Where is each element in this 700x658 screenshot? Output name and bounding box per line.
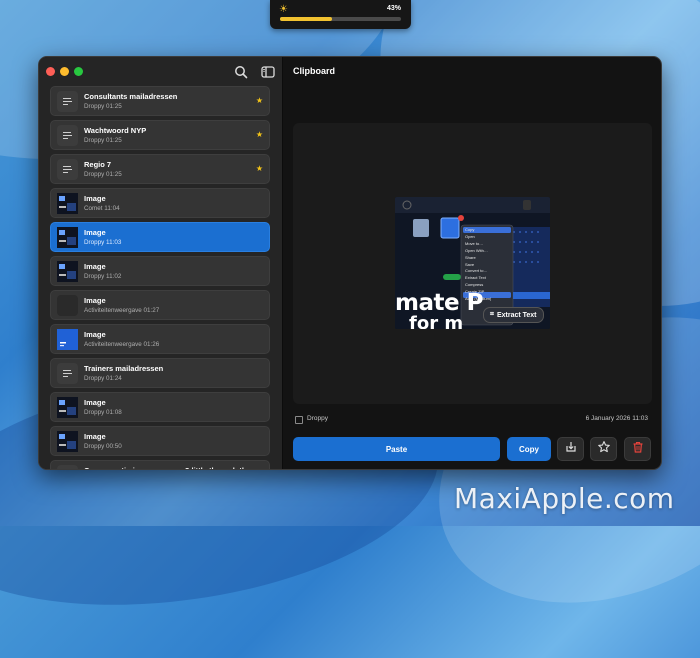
paste-button[interactable]: Paste <box>293 437 500 461</box>
text-clip-icon <box>57 125 78 146</box>
list-item-meta: Activiteitenweergave 01:27 <box>84 307 160 314</box>
star-icon[interactable]: ★ <box>256 96 263 105</box>
text-clip-icon <box>57 465 78 469</box>
image-thumbnail <box>57 397 78 418</box>
list-item-title: Image <box>84 228 106 237</box>
list-item[interactable]: Image Droppy 00:50 <box>50 426 270 456</box>
list-item-meta: Droppy 01:08 <box>84 409 122 416</box>
preview-image: Copy Open Move to… Open With… Share Save Conve… <box>395 197 550 329</box>
image-thumbnail <box>57 227 78 248</box>
sidebar-toggle-icon[interactable] <box>260 64 276 80</box>
list-item-meta: Activiteitenweergave 01:26 <box>84 341 160 348</box>
close-button[interactable] <box>46 67 55 76</box>
list-item-title: Image <box>84 398 106 407</box>
source-app-label: Droppy <box>307 415 328 422</box>
context-menu-item: Open <box>465 233 475 239</box>
list-item[interactable]: Image Activiteitenweergave 01:27 <box>50 290 270 320</box>
list-item-title: Image <box>84 330 106 339</box>
clipboard-window: Consultants mailadressen Droppy 01:25 ★ Wac… <box>38 56 662 470</box>
list-item[interactable]: Image Droppy 11:03 <box>50 222 270 252</box>
scan-text-icon: ⌗ <box>490 311 494 318</box>
save-button[interactable] <box>557 437 584 461</box>
list-item-title: Image <box>84 432 106 441</box>
list-item[interactable]: Trainers mailadressen Droppy 01:24 <box>50 358 270 388</box>
preview-headline-2: for m <box>409 313 464 329</box>
context-menu-item: Copy <box>465 227 475 232</box>
trash-icon <box>631 440 645 459</box>
list-item-title: Image <box>84 296 106 305</box>
save-to-file-icon <box>564 440 578 459</box>
zoom-button[interactable] <box>74 67 83 76</box>
brightness-percent: 43% <box>386 5 401 12</box>
list-item-meta: Comet 11:04 <box>84 205 120 212</box>
image-thumbnail <box>57 295 78 316</box>
list-item[interactable]: Image Comet 11:04 <box>50 188 270 218</box>
extract-text-label: Extract Text <box>496 311 537 319</box>
context-menu-item: Extract Text <box>465 275 486 281</box>
list-item-meta: Droppy 11:03 <box>84 239 122 246</box>
copy-button[interactable]: Copy <box>507 437 551 461</box>
list-item-meta: Droppy 00:50 <box>84 443 122 450</box>
list-item-meta: Droppy 11:02 <box>84 273 122 280</box>
star-icon[interactable]: ★ <box>256 164 263 173</box>
delete-button[interactable] <box>624 437 651 461</box>
brightness-hud: ☀ 43% <box>270 0 411 29</box>
context-menu-item: Save <box>465 261 475 267</box>
context-menu-item: Compress <box>465 282 484 288</box>
clip-timestamp: 6 January 2026 11:03 <box>585 415 648 422</box>
list-item-meta: Droppy 01:25 <box>84 137 122 144</box>
list-item-meta: Droppy 01:24 <box>84 375 122 382</box>
list-item[interactable]: Image Activiteitenweergave 01:26 <box>50 324 270 354</box>
extract-text-pill: ⌗ Extract Text <box>483 307 544 323</box>
list-item-meta: Droppy 01:25 <box>84 103 122 110</box>
list-item-title: Can we optimize your usage? little throu… <box>84 466 251 469</box>
image-thumbnail <box>57 193 78 214</box>
clipboard-list: Consultants mailadressen Droppy 01:25 ★ Wac… <box>50 86 270 469</box>
star-icon <box>597 440 611 459</box>
source-app-icon <box>295 416 303 424</box>
list-item[interactable]: Regio 7 Droppy 01:25 ★ <box>50 154 270 184</box>
list-item[interactable]: Image Droppy 01:08 <box>50 392 270 422</box>
list-item[interactable]: Wachtwoord NYP Droppy 01:25 ★ <box>50 120 270 150</box>
list-item[interactable]: Image Droppy 11:02 <box>50 256 270 286</box>
favorite-button[interactable] <box>590 437 617 461</box>
text-clip-icon <box>57 91 78 112</box>
image-thumbnail <box>57 261 78 282</box>
star-icon[interactable]: ★ <box>256 130 263 139</box>
list-item-meta: Droppy 01:25 <box>84 171 122 178</box>
context-menu-item: Open With… <box>465 247 488 253</box>
text-clip-icon <box>57 159 78 180</box>
list-item-title: Image <box>84 194 106 203</box>
search-icon[interactable] <box>233 64 249 80</box>
clip-preview: Copy Open Move to… Open With… Share Save Conve… <box>293 123 652 404</box>
image-thumbnail <box>57 431 78 452</box>
minimize-button[interactable] <box>60 67 69 76</box>
text-clip-icon <box>57 363 78 384</box>
brightness-fill <box>280 17 333 21</box>
brightness-track <box>280 17 401 21</box>
list-item[interactable]: Consultants mailadressen Droppy 01:25 ★ <box>50 86 270 116</box>
list-item-title: Trainers mailadressen <box>84 364 164 373</box>
image-thumbnail <box>57 329 78 350</box>
list-item-title: Consultants mailadressen <box>84 92 178 101</box>
watermark: MaxiApple.com <box>454 482 675 515</box>
list-item-title: Regio 7 <box>84 160 112 169</box>
list-item-title: Wachtwoord NYP <box>84 126 147 135</box>
context-menu-item: Convert to… <box>465 268 488 274</box>
page-title: Clipboard <box>293 66 335 76</box>
context-menu-item: Share <box>465 254 476 260</box>
list-item[interactable]: Can we optimize your usage? little throu… <box>50 460 270 469</box>
context-menu-item: Move to… <box>465 240 484 246</box>
sidebar: Consultants mailadressen Droppy 01:25 ★ Wac… <box>39 57 283 469</box>
sun-icon: ☀ <box>279 4 288 15</box>
list-item-title: Image <box>84 262 106 271</box>
